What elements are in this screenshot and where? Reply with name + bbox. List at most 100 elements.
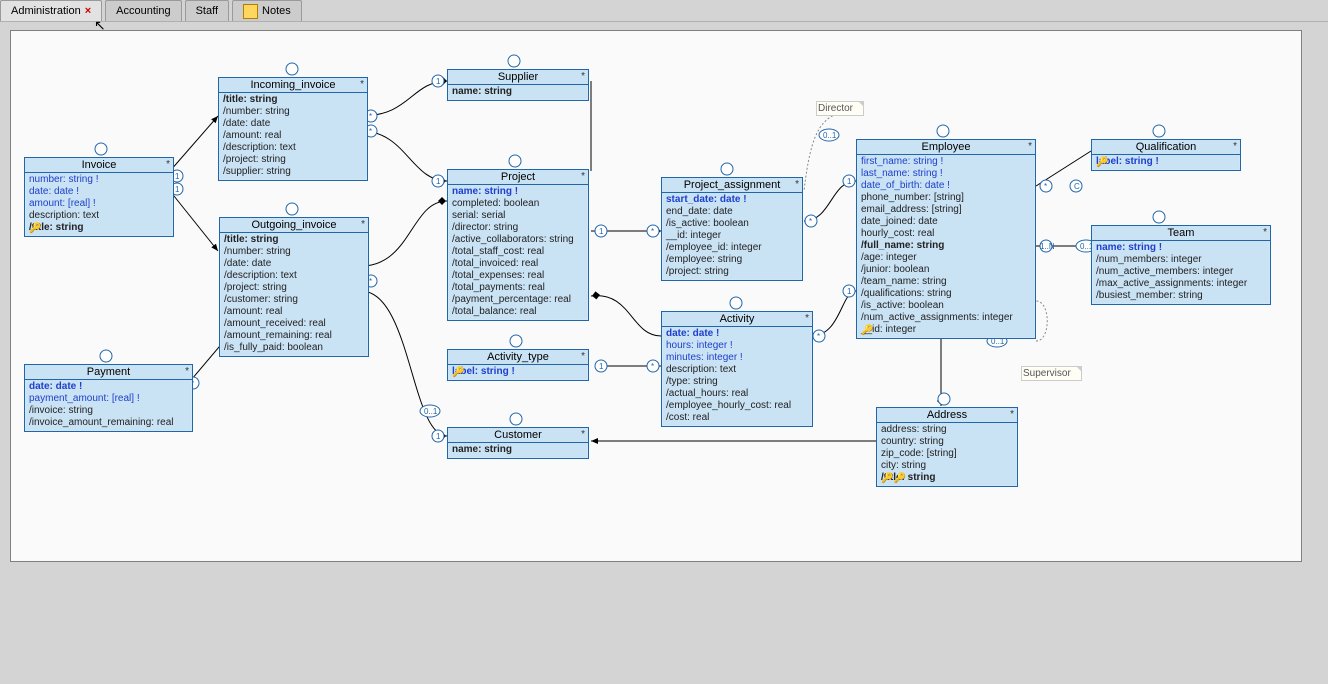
entity-supplier[interactable]: Supplier* name: string: [447, 69, 589, 101]
svg-text:1: 1: [599, 227, 604, 236]
entity-team[interactable]: Team* name: string !/num_members: intege…: [1091, 225, 1271, 305]
key-icon: 🔑🔑: [881, 473, 906, 484]
entity-attribute: /project: string: [666, 266, 798, 278]
entity-attribute: /amount_received: real: [224, 318, 364, 330]
entity-title: Project_assignment*: [662, 178, 802, 193]
entity-attribute: name: string: [452, 444, 584, 456]
entity-title: Payment*: [25, 365, 192, 380]
entity-incoming-invoice[interactable]: Incoming_invoice* /title: string/number:…: [218, 77, 368, 181]
entity-title: Supplier*: [448, 70, 588, 85]
entity-address[interactable]: Address* address: stringcountry: stringz…: [876, 407, 1018, 487]
entity-attribute: /description: text: [223, 142, 363, 154]
relation-label-supervisor[interactable]: Supervisor: [1021, 366, 1082, 381]
entity-attribute: description: text: [666, 364, 808, 376]
entity-attribute: /director: string: [452, 222, 584, 234]
svg-text:1..N: 1..N: [1040, 242, 1055, 251]
entity-customer[interactable]: Customer* name: string: [447, 427, 589, 459]
entity-attribute: /amount: real: [224, 306, 364, 318]
entity-attribute: /payment_percentage: real: [452, 294, 584, 306]
entity-attribute: /title: string: [29, 222, 169, 234]
svg-text:1: 1: [847, 177, 852, 186]
svg-text:1: 1: [436, 77, 441, 86]
entity-attribute: /invoice: string: [29, 405, 188, 417]
entity-attribute: __id: integer: [666, 230, 798, 242]
tab-label: Staff: [196, 5, 218, 17]
entity-attribute: name: string !: [452, 186, 584, 198]
key-icon: 🔑: [1096, 157, 1108, 168]
entity-attribute: /project: string: [224, 282, 364, 294]
entity-attribute: hourly_cost: real: [861, 228, 1031, 240]
entity-title: Customer*: [448, 428, 588, 443]
entity-title: Team*: [1092, 226, 1270, 241]
diagram-canvas[interactable]: 1 1 * * * 1 1 1 1 * 1 * * * 1 1 0..1 0..…: [10, 30, 1302, 562]
entity-project[interactable]: Project* name: string !completed: boolea…: [447, 169, 589, 321]
entity-attribute: /age: integer: [861, 252, 1031, 264]
entity-attribute: /amount: real: [223, 130, 363, 142]
entity-attribute: date: date !: [29, 186, 169, 198]
entity-attribute: /project: string: [223, 154, 363, 166]
entity-title: Outgoing_invoice*: [220, 218, 368, 233]
entity-attribute: /junior: boolean: [861, 264, 1031, 276]
svg-text:*: *: [817, 332, 820, 341]
svg-text:*: *: [1044, 182, 1047, 191]
entity-title: Invoice*: [25, 158, 173, 173]
entity-attribute: /busiest_member: string: [1096, 290, 1266, 302]
entity-attribute: /title: string: [223, 94, 363, 106]
entity-attribute: /employee_hourly_cost: real: [666, 400, 808, 412]
svg-text:0..1: 0..1: [823, 131, 837, 140]
entity-body: number: string !date: date !amount: [rea…: [25, 173, 173, 236]
tab-staff[interactable]: Staff: [185, 0, 229, 21]
entity-project-assignment[interactable]: Project_assignment* start_date: date !en…: [661, 177, 803, 281]
entity-activity-type[interactable]: Activity_type* label: string ! 🔑: [447, 349, 589, 381]
entity-employee[interactable]: Employee* first_name: string !last_name:…: [856, 139, 1036, 339]
svg-text:*: *: [369, 112, 372, 121]
key-icon: 🔑: [452, 367, 464, 378]
entity-invoice[interactable]: Invoice* number: string !date: date !amo…: [24, 157, 174, 237]
entity-attribute: /customer: string: [224, 294, 364, 306]
tab-label: Administration: [11, 5, 81, 17]
tab-administration[interactable]: Administration ×: [0, 0, 102, 21]
entity-attribute: end_date: date: [666, 206, 798, 218]
entity-attribute: start_date: date !: [666, 194, 798, 206]
entity-attribute: /is_active: boolean: [861, 300, 1031, 312]
entity-activity[interactable]: Activity* date: date !hours: integer !mi…: [661, 311, 813, 427]
entity-attribute: phone_number: [string]: [861, 192, 1031, 204]
entity-attribute: label: string !: [1096, 156, 1236, 168]
entity-attribute: /num_active_assignments: integer: [861, 312, 1031, 324]
entity-attribute: date_joined: date: [861, 216, 1031, 228]
tab-bar: Administration × Accounting Staff Notes: [0, 0, 1328, 22]
svg-text:1: 1: [847, 287, 852, 296]
entity-attribute: city: string: [881, 460, 1013, 472]
tab-label: Accounting: [116, 5, 170, 17]
entity-attribute: country: string: [881, 436, 1013, 448]
entity-attribute: payment_amount: [real] !: [29, 393, 188, 405]
entity-attribute: date: date !: [666, 328, 808, 340]
entity-payment[interactable]: Payment* date: date !payment_amount: [re…: [24, 364, 193, 432]
entity-attribute: __id: integer: [861, 324, 1031, 336]
entity-attribute: number: string !: [29, 174, 169, 186]
entity-attribute: first_name: string !: [861, 156, 1031, 168]
entity-attribute: hours: integer !: [666, 340, 808, 352]
entity-qualification[interactable]: Qualification* label: string ! 🔑: [1091, 139, 1241, 171]
entity-attribute: name: string !: [1096, 242, 1266, 254]
entity-attribute: /num_active_members: integer: [1096, 266, 1266, 278]
tab-notes[interactable]: Notes: [232, 0, 302, 21]
entity-title: Qualification*: [1092, 140, 1240, 155]
entity-outgoing-invoice[interactable]: Outgoing_invoice* /title: string/number:…: [219, 217, 369, 357]
relation-label-director[interactable]: Director: [816, 101, 864, 116]
entity-title: Employee*: [857, 140, 1035, 155]
entity-attribute: /amount_remaining: real: [224, 330, 364, 342]
entity-attribute: /qualifications: string: [861, 288, 1031, 300]
entity-attribute: /max_active_assignments: integer: [1096, 278, 1266, 290]
entity-attribute: /cost: real: [666, 412, 808, 424]
entity-attribute: /team_name: string: [861, 276, 1031, 288]
tab-accounting[interactable]: Accounting: [105, 0, 181, 21]
svg-text:1: 1: [599, 362, 604, 371]
entity-attribute: /number: string: [224, 246, 364, 258]
entity-attribute: /total_payments: real: [452, 282, 584, 294]
svg-text:*: *: [651, 362, 654, 371]
entity-attribute: /description: text: [224, 270, 364, 282]
svg-text:1: 1: [436, 432, 441, 441]
close-icon[interactable]: ×: [85, 5, 91, 17]
entity-attribute: /num_members: integer: [1096, 254, 1266, 266]
